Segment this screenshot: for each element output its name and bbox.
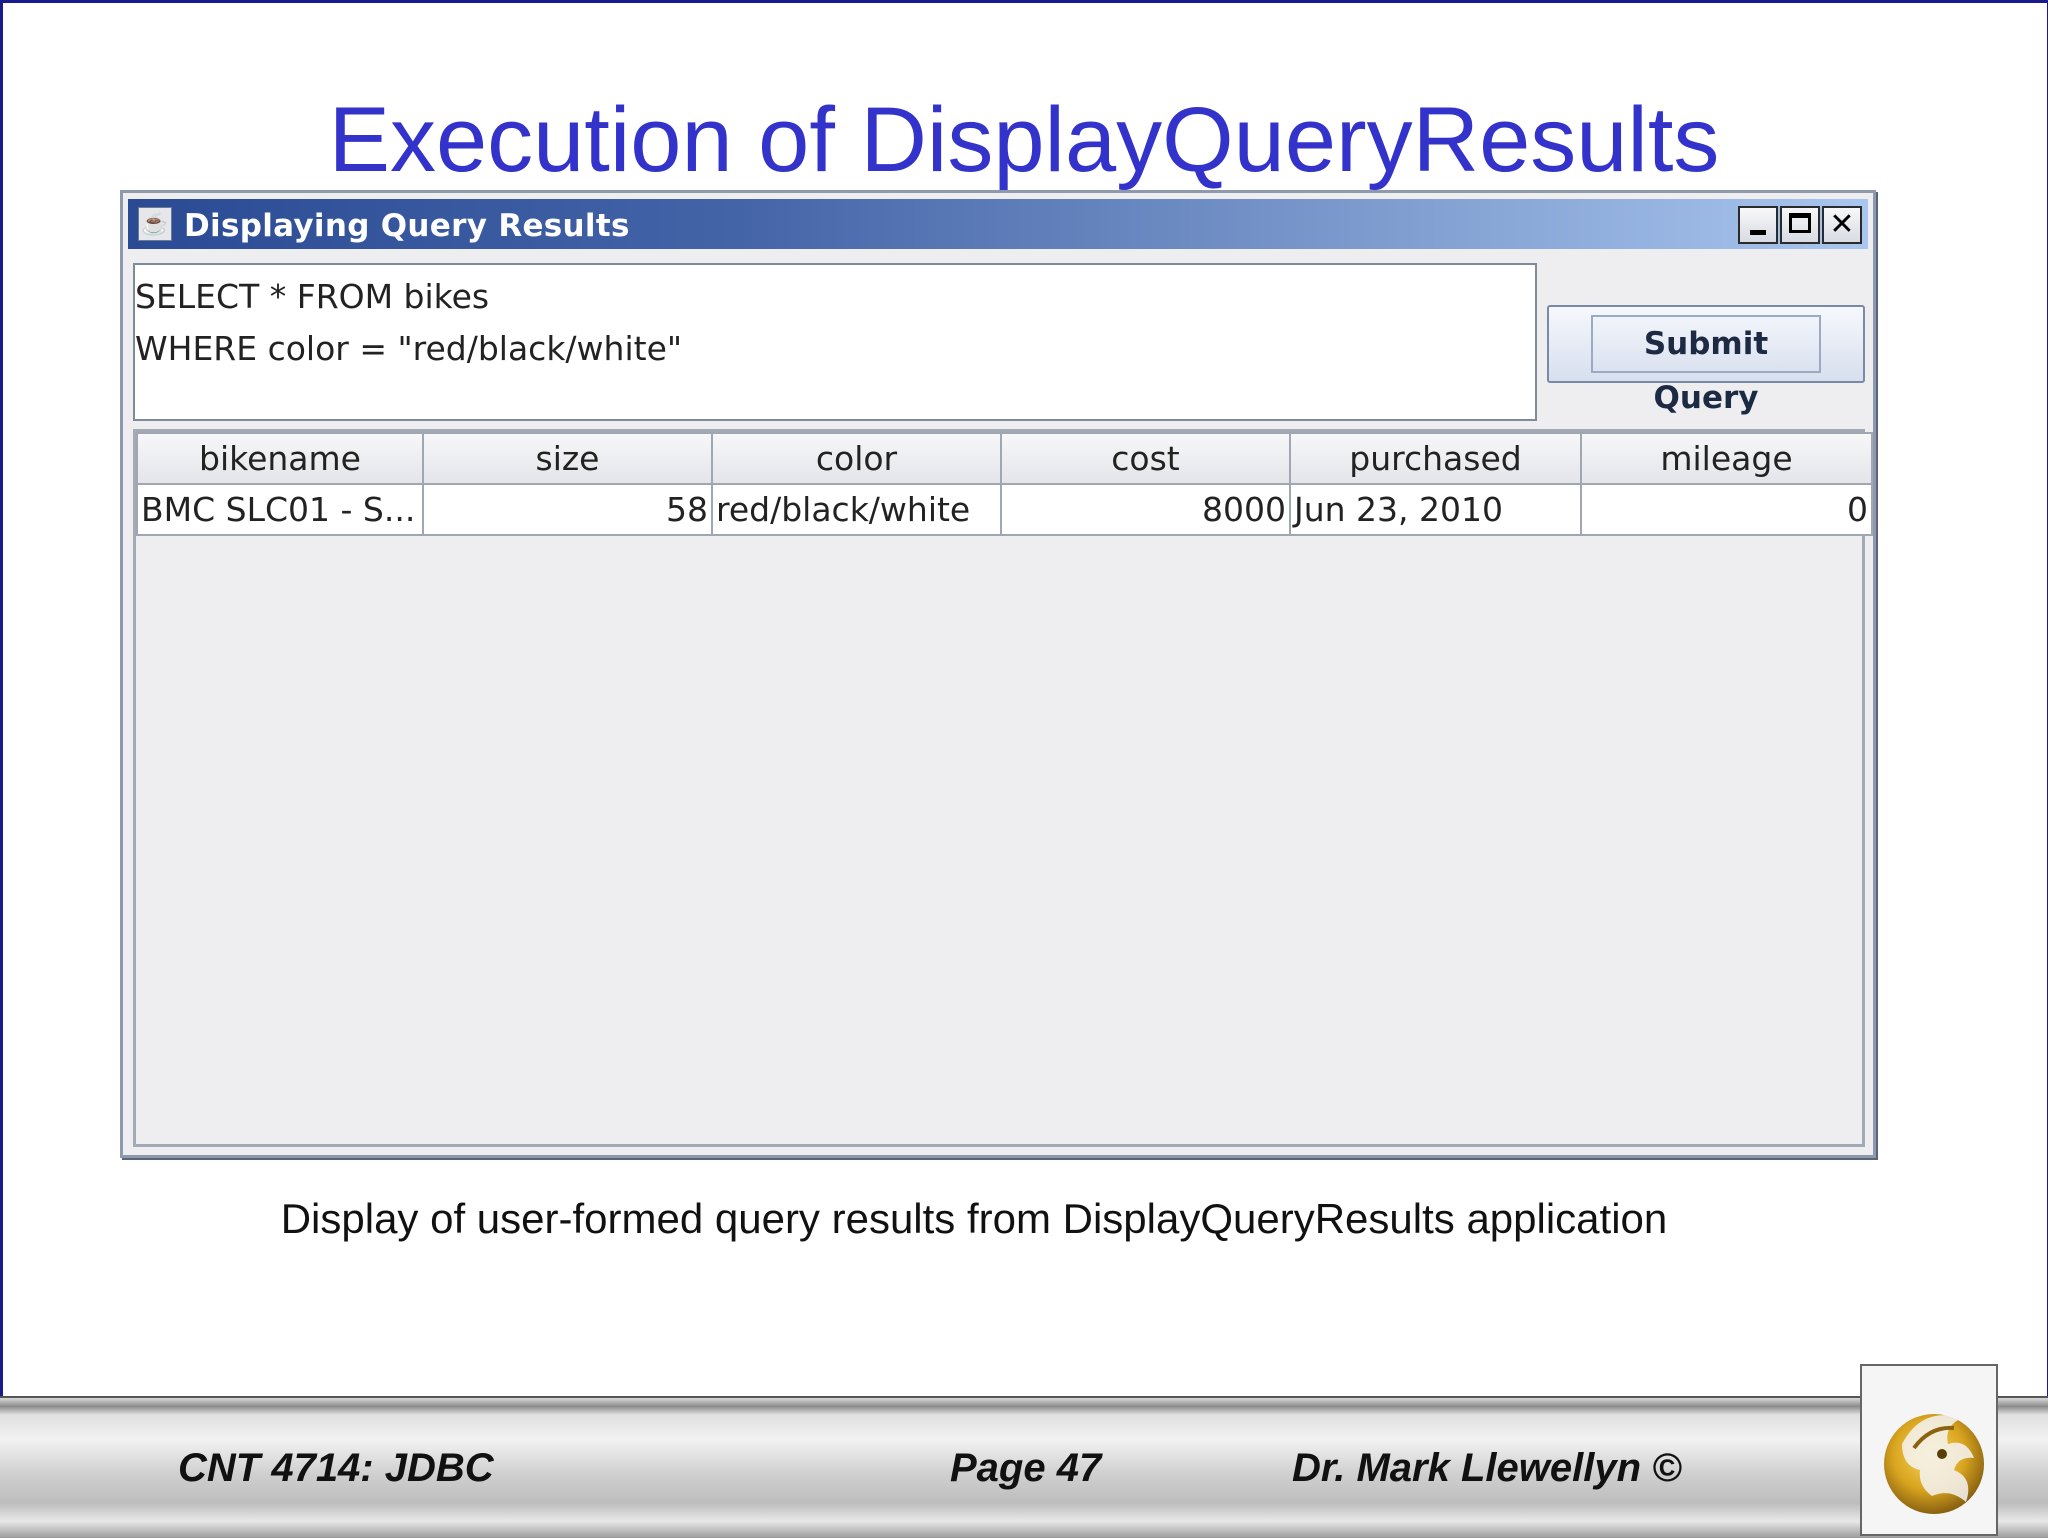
column-header-cost[interactable]: cost — [1000, 432, 1291, 485]
footer-course: CNT 4714: JDBC — [178, 1446, 494, 1490]
maximize-button[interactable] — [1780, 206, 1820, 244]
minimize-icon — [1750, 230, 1766, 235]
minimize-button[interactable] — [1738, 206, 1778, 244]
slide-caption: Display of user-formed query results fro… — [280, 1195, 1668, 1242]
query-text-area[interactable]: SELECT * FROM bikes WHERE color = "red/b… — [133, 263, 1537, 421]
column-header-mileage[interactable]: mileage — [1580, 432, 1873, 485]
query-line: WHERE color = "red/black/white" — [135, 329, 683, 368]
table-row[interactable]: BMC SLC01 - S... 58 red/black/white 8000… — [136, 483, 1873, 536]
close-icon: ✕ — [1829, 207, 1855, 242]
cell-size[interactable]: 58 — [422, 483, 713, 536]
column-header-color[interactable]: color — [711, 432, 1002, 485]
pegasus-logo-graphic — [1884, 1414, 1984, 1514]
window-titlebar[interactable]: ☕ Displaying Query Results ✕ — [128, 199, 1868, 249]
submit-query-button[interactable]: Submit Query — [1547, 305, 1865, 416]
cell-color[interactable]: red/black/white — [711, 483, 1002, 536]
column-header-size[interactable]: size — [422, 432, 713, 485]
cell-bikename[interactable]: BMC SLC01 - S... — [136, 483, 424, 536]
maximize-icon — [1789, 213, 1811, 233]
query-line: SELECT * FROM bikes — [135, 277, 490, 316]
results-table-pane[interactable]: bikename size color cost purchased milea… — [133, 429, 1873, 1147]
cell-cost[interactable]: 8000 — [1000, 483, 1291, 536]
footer-page-number: Page 47 — [950, 1446, 1102, 1490]
column-header-purchased[interactable]: purchased — [1289, 432, 1582, 485]
close-button[interactable]: ✕ — [1822, 206, 1862, 244]
query-window: ☕ Displaying Query Results ✕ SELECT * FR… — [120, 190, 1876, 1158]
table-header-row: bikename size color cost purchased milea… — [136, 432, 1873, 485]
column-header-bikename[interactable]: bikename — [136, 432, 424, 485]
java-cup-icon: ☕ — [138, 207, 172, 241]
cell-purchased[interactable]: Jun 23, 2010 — [1289, 483, 1582, 536]
cell-mileage[interactable]: 0 — [1580, 483, 1873, 536]
pegasus-logo-icon — [1860, 1364, 1998, 1536]
submit-query-label: Submit Query — [1591, 315, 1821, 416]
footer-author: Dr. Mark Llewellyn © — [1292, 1446, 1682, 1490]
slide-title: Execution of DisplayQueryResults — [328, 89, 1720, 191]
window-title: Displaying Query Results — [184, 208, 630, 244]
results-table: bikename size color cost purchased milea… — [136, 432, 1873, 536]
